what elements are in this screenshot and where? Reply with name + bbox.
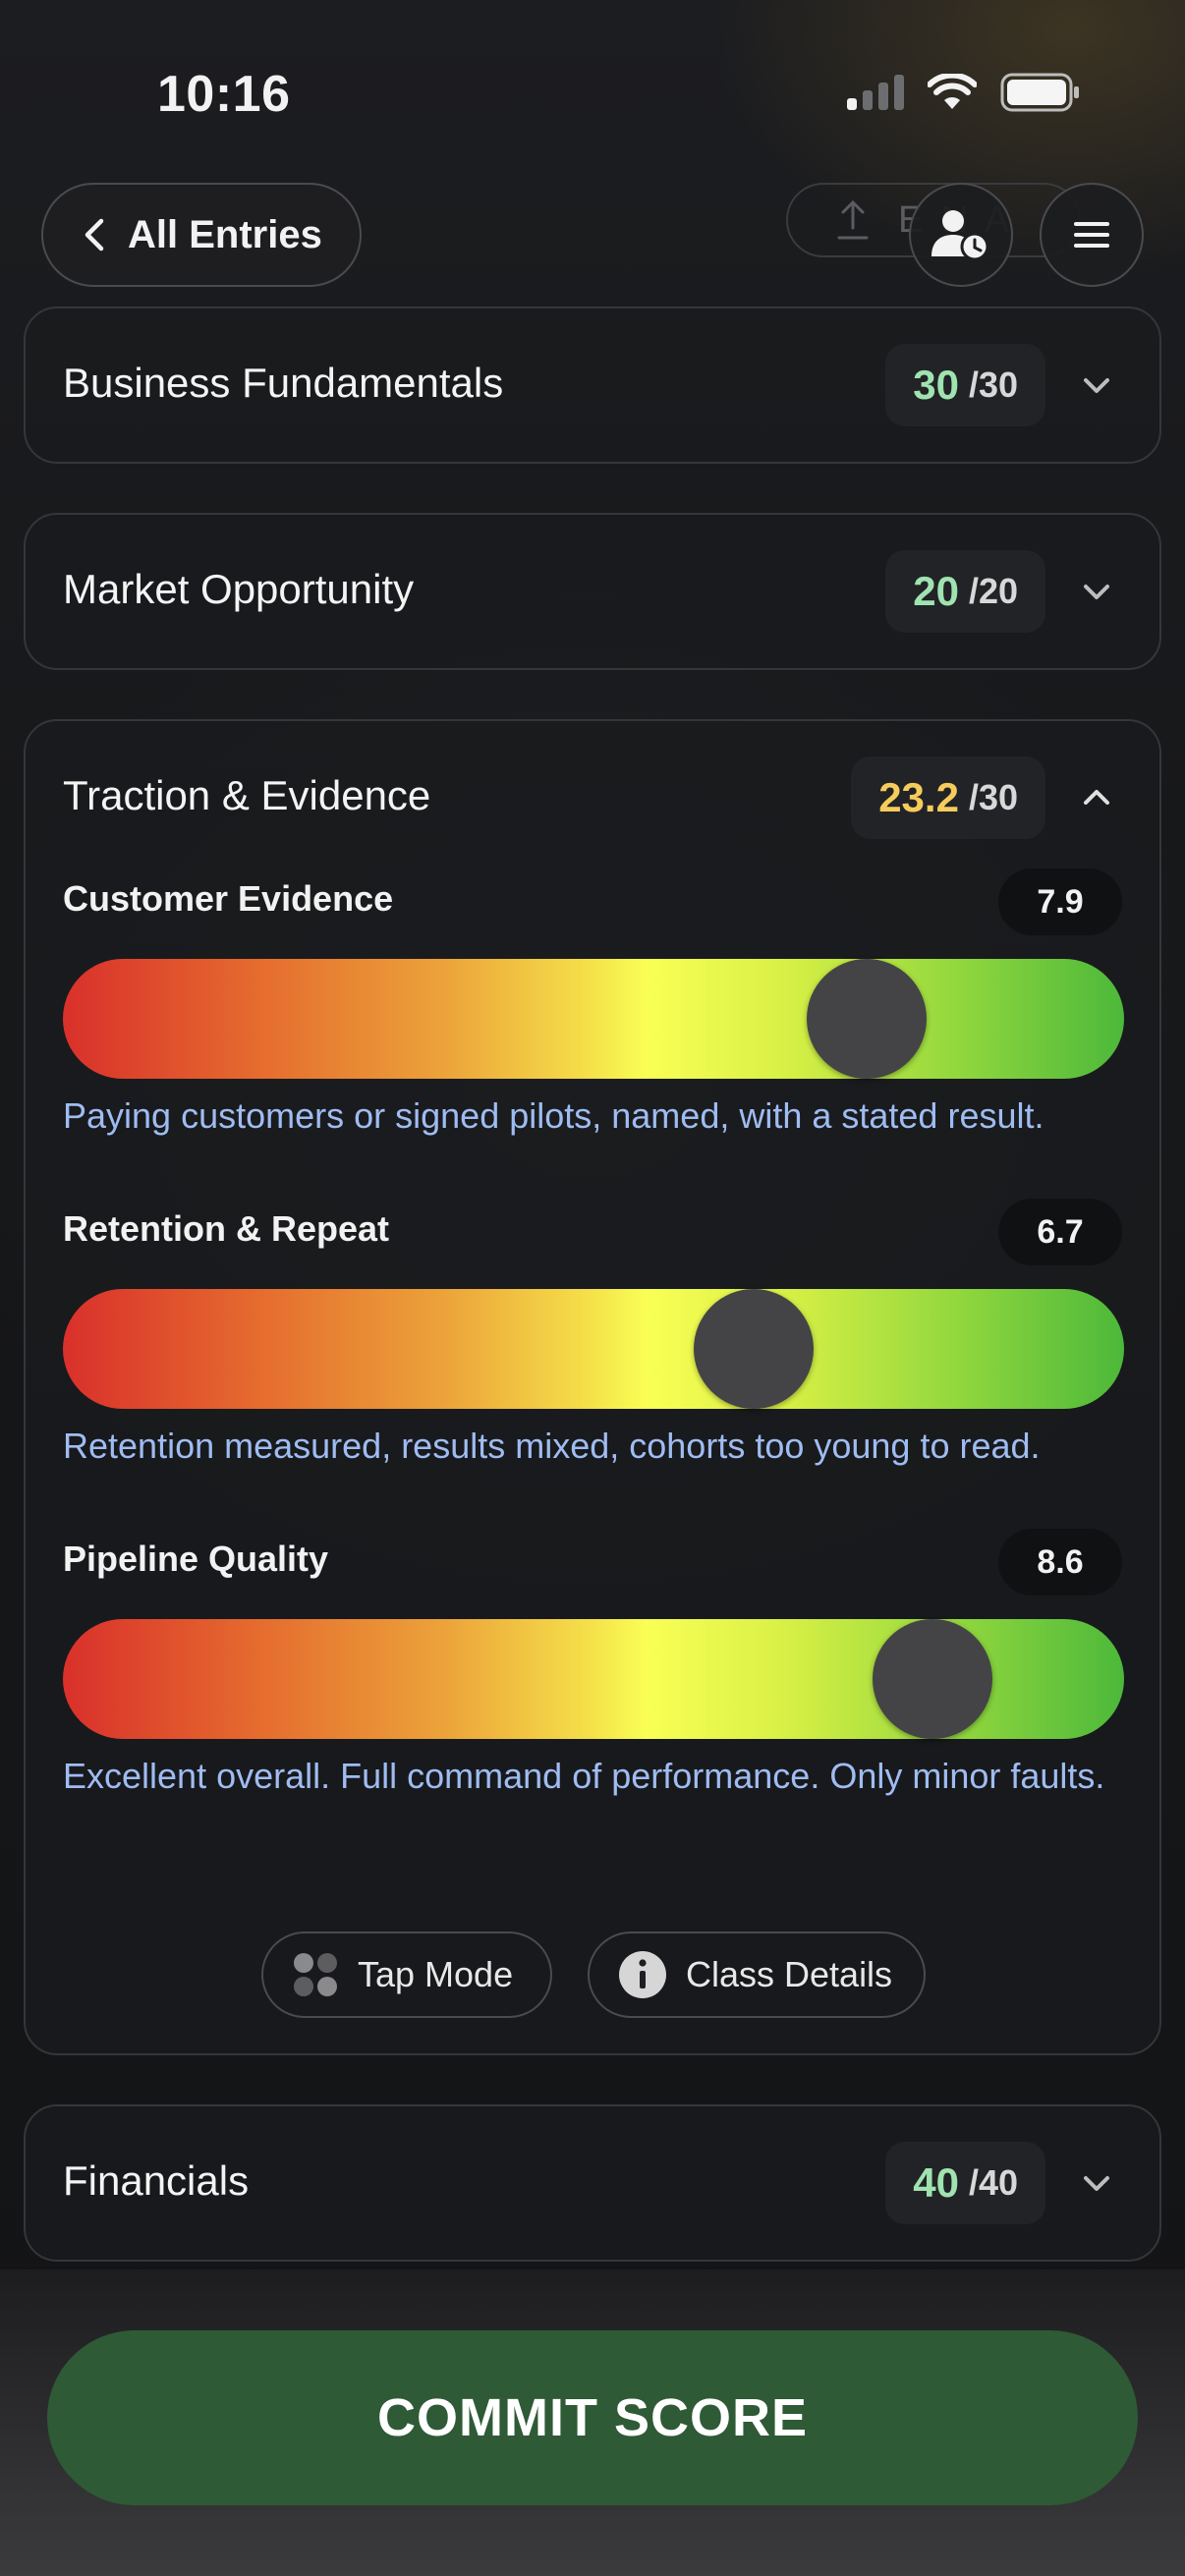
section-traction-evidence: Traction & Evidence 23.2 /30 Customer Ev… [24, 719, 1161, 2055]
chevron-up-icon [1084, 790, 1109, 805]
criterion-description: Excellent overall. Full command of perfo… [63, 1756, 1105, 1796]
battery-icon [1000, 73, 1079, 112]
class-details-button[interactable]: Class Details [588, 1932, 926, 2018]
chevron-down-icon [1084, 585, 1109, 599]
class-details-label: Class Details [686, 1954, 893, 1994]
all-entries-button[interactable]: All Entries [41, 183, 362, 287]
tap-mode-label: Tap Mode [358, 1954, 514, 1994]
section-score: 40 /40 [885, 2142, 1045, 2224]
screen: 10:16 All Entries E N A [0, 0, 1185, 2576]
section-title: Business Fundamentals [63, 360, 504, 406]
commit-score-button[interactable]: COMMIT SCORE [47, 2330, 1138, 2505]
criterion-value: 8.6 [998, 1529, 1122, 1596]
section-header[interactable]: Market Opportunity 20 /20 [26, 515, 1159, 668]
section-business-fundamentals[interactable]: Business Fundamentals 30 /30 [24, 307, 1161, 464]
section-score-max: /40 [968, 2162, 1018, 2203]
cellular-signal-icon [847, 75, 904, 110]
section-financials[interactable]: Financials 40 /40 [24, 2104, 1161, 2262]
status-time: 10:16 [157, 66, 291, 123]
criterion-value: 6.7 [998, 1199, 1122, 1265]
criterion-slider[interactable] [63, 959, 1124, 1079]
chevron-down-icon [1084, 2176, 1109, 2191]
criterion-label: Customer Evidence [63, 878, 394, 919]
upload-icon [837, 199, 869, 240]
section-score-max: /30 [968, 777, 1018, 817]
section-title: Market Opportunity [63, 566, 415, 612]
slider-thumb[interactable] [872, 1619, 992, 1739]
slider-thumb[interactable] [693, 1289, 814, 1409]
dots-grid-icon [294, 1953, 337, 1996]
section-score: 30 /30 [885, 344, 1045, 426]
section-header[interactable]: Business Fundamentals 30 /30 [26, 308, 1159, 462]
criterion-slider[interactable] [63, 1619, 1124, 1739]
history-button[interactable] [909, 183, 1013, 287]
chevron-down-icon [1084, 378, 1109, 393]
section-score-max: /20 [968, 571, 1018, 611]
section-score-value: 23.2 [878, 774, 959, 820]
section-score-value: 40 [913, 2159, 959, 2206]
section-score-value: 30 [913, 362, 959, 408]
section-header[interactable]: Traction & Evidence 23.2 /30 [26, 721, 1159, 874]
section-market-opportunity[interactable]: Market Opportunity 20 /20 [24, 513, 1161, 670]
section-title: Financials [63, 2157, 250, 2204]
all-entries-label: All Entries [128, 212, 322, 256]
user-clock-icon [931, 210, 989, 261]
criterion-value: 7.9 [998, 868, 1122, 935]
criterion-slider[interactable] [63, 1289, 1124, 1409]
hamburger-icon [1074, 222, 1109, 248]
status-icons [847, 73, 1081, 112]
criterion-label: Pipeline Quality [63, 1539, 329, 1579]
section-score-value: 20 [913, 568, 959, 614]
slider-thumb[interactable] [806, 959, 927, 1079]
section-title: Traction & Evidence [63, 772, 431, 818]
section-header[interactable]: Financials 40 /40 [26, 2106, 1159, 2260]
criterion-label: Retention & Repeat [63, 1208, 390, 1249]
section-score: 23.2 /30 [851, 756, 1045, 839]
criterion-description: Retention measured, results mixed, cohor… [63, 1426, 1041, 1466]
section-score-max: /30 [968, 364, 1018, 405]
criterion-description: Paying customers or signed pilots, named… [63, 1095, 1044, 1136]
section-score: 20 /20 [885, 550, 1045, 633]
chevron-left-icon [85, 218, 104, 252]
info-icon [619, 1951, 666, 1998]
tap-mode-button[interactable]: Tap Mode [261, 1932, 552, 2018]
wifi-icon [928, 74, 977, 109]
menu-button[interactable] [1040, 183, 1144, 287]
